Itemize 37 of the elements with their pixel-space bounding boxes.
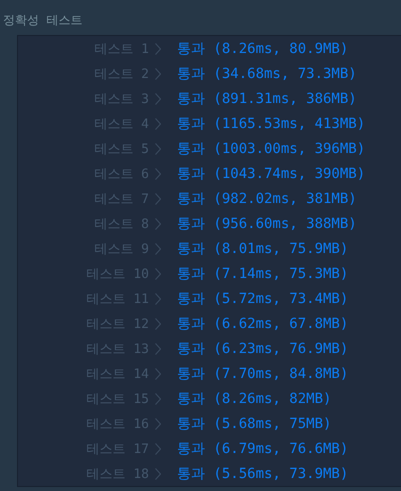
chevron-right-icon (155, 242, 161, 254)
chevron-right-icon (155, 192, 161, 204)
chevron-right-icon (155, 268, 161, 280)
chevron-right-icon (155, 392, 161, 404)
chevron-right-icon (155, 468, 161, 480)
test-result: 통과 (5.72ms, 73.4MB) (177, 290, 348, 308)
chevron-right-icon (155, 368, 161, 380)
test-result: 통과 (5.56ms, 73.9MB) (177, 464, 348, 482)
chevron-right-icon (155, 42, 161, 54)
test-result: 통과 (8.01ms, 75.9MB) (177, 240, 348, 258)
test-result: 통과 (6.23ms, 76.9MB) (177, 340, 348, 358)
chevron-right-icon (155, 142, 161, 154)
chevron-right-icon (155, 292, 161, 304)
test-result: 통과 (7.14ms, 75.3MB) (177, 264, 348, 282)
test-result: 통과 (8.26ms, 82MB) (177, 390, 332, 408)
test-result: 통과 (891.31ms, 386MB) (177, 90, 357, 108)
chevron-right-icon (155, 118, 161, 130)
test-result: 통과 (1003.00ms, 396MB) (177, 140, 366, 158)
chevron-right-icon (155, 168, 161, 180)
chevron-right-icon (155, 68, 161, 80)
chevron-right-icon (155, 218, 161, 230)
chevron-right-icon (155, 342, 161, 354)
test-result: 통과 (6.79ms, 76.6MB) (177, 440, 348, 458)
test-result: 통과 (8.26ms, 80.9MB) (177, 40, 348, 58)
chevron-right-icon (155, 92, 161, 104)
test-result: 통과 (6.62ms, 67.8MB) (177, 314, 348, 332)
chevron-right-icon (155, 442, 161, 454)
test-result: 통과 (1165.53ms, 413MB) (177, 114, 366, 132)
test-result: 통과 (982.02ms, 381MB) (177, 190, 357, 208)
test-result: 통과 (5.68ms, 75MB) (177, 414, 332, 432)
test-result: 통과 (956.60ms, 388MB) (177, 214, 357, 232)
section-title: 정확성 테스트 (3, 12, 84, 29)
chevron-right-icon (155, 418, 161, 430)
test-result: 통과 (1043.74ms, 390MB) (177, 164, 366, 182)
chevron-right-icon (155, 318, 161, 330)
test-result: 통과 (7.70ms, 84.8MB) (177, 364, 348, 382)
test-result: 통과 (34.68ms, 73.3MB) (177, 64, 357, 82)
